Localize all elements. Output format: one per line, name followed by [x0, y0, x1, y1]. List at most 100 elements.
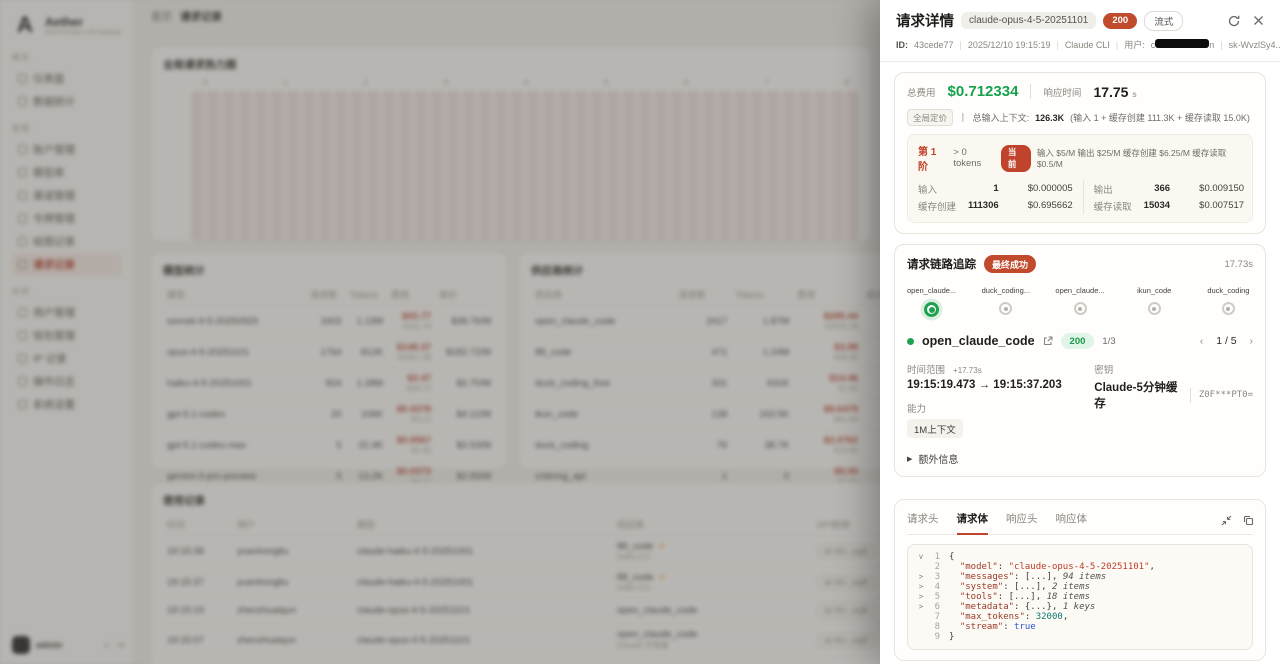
code-token: "tools" [960, 592, 998, 602]
fold-icon[interactable]: > [916, 592, 926, 602]
trace-node-label: duck_coding [1207, 286, 1249, 295]
code-token: : [1014, 602, 1025, 612]
trace-node[interactable]: duck_coding... [981, 286, 1030, 317]
code-token [949, 582, 960, 592]
trace-card: 请求链路追踪 最终成功 17.73s open_claude... duck_c… [894, 244, 1266, 477]
id-label: ID: [896, 40, 908, 50]
trace-node-dot[interactable] [1148, 302, 1161, 315]
code-token: "messages" [960, 572, 1014, 582]
payload-tab[interactable]: 响应头 [1006, 508, 1038, 534]
context-total: 126.3K [1035, 113, 1064, 123]
fold-icon[interactable]: > [916, 582, 926, 592]
redaction-bar [1155, 39, 1209, 48]
code-token: [...] [1025, 572, 1052, 582]
code-line: v 1 { [916, 552, 1244, 562]
trace-node-dot[interactable] [1074, 302, 1087, 315]
fold-icon[interactable]: > [916, 572, 926, 582]
key-name: Claude-5分钟缓存 [1094, 379, 1182, 411]
line-number: 9 [926, 632, 940, 642]
tier-cell: 缓存读取15034$0.007517 [1094, 197, 1244, 214]
user-label: 用户: [1124, 38, 1145, 51]
code-token: : [998, 562, 1009, 572]
code-line: 7 "max_tokens": 32000, [916, 612, 1244, 622]
code-token: 18 items [1047, 592, 1090, 602]
line-number: 5 [926, 592, 940, 602]
copy-icon[interactable] [1243, 513, 1254, 531]
line-number: 4 [926, 582, 940, 592]
code-token: 32000 [1036, 612, 1063, 622]
code-token: } [949, 632, 954, 642]
code-token: , [1052, 602, 1063, 612]
line-number: 8 [926, 622, 940, 632]
collapse-icon[interactable] [1221, 513, 1232, 531]
api-key: sk-WvzlSy4...uwgB [1229, 40, 1280, 50]
tier-col-right: 输出366$0.009150 缓存读取15034$0.007517 [1094, 180, 1244, 214]
code-token: 2 items [1052, 582, 1090, 592]
trace-node-label: open_claude... [1055, 286, 1104, 295]
trace-title: 请求链路追踪 [907, 256, 976, 272]
pricing-tier-box: 第 1 阶 > 0 tokens 当前 输入 $5/M 输出 $25/M 缓存创… [907, 134, 1253, 223]
model-tag: claude-opus-4-5-20251101 [961, 12, 1096, 29]
response-time-label: 响应时间 [1043, 85, 1081, 99]
tier-cell: 缓存创建111306$0.695662 [918, 197, 1073, 214]
time-range-value: 19:15:19.473 → 19:15:37.203 [907, 379, 1094, 391]
code-token: [...] [1009, 592, 1036, 602]
drawer-header: 请求详情 claude-opus-4-5-20251101 200 流式 [880, 0, 1280, 38]
json-viewer[interactable]: v 1 { 2 "model": "claude-opus-4-5-202511… [907, 544, 1253, 650]
trace-node[interactable]: duck_coding [1204, 286, 1253, 317]
trace-duration: 17.73s [1224, 259, 1253, 270]
code-token: { [949, 552, 954, 562]
payload-tab[interactable]: 请求头 [907, 508, 939, 534]
prev-page-icon[interactable]: ‹ [1200, 336, 1203, 347]
ability-tag: 1M上下文 [907, 419, 963, 438]
request-id: 43cede77 [914, 40, 954, 50]
fold-icon[interactable]: > [916, 602, 926, 612]
extra-info-toggle[interactable]: ▶ 额外信息 [907, 451, 1253, 466]
trace-node[interactable]: open_claude... [907, 286, 956, 317]
ability-label: 能力 [907, 401, 1094, 415]
payload-tab[interactable]: 响应体 [1056, 508, 1088, 534]
cost-card: 总费用 $0.712334 响应时间 17.75 s 全局定价 ❙ 总输入上下文… [894, 72, 1266, 234]
code-token: , [1036, 592, 1047, 602]
code-token: , [1150, 562, 1155, 572]
code-token: [...] [1014, 582, 1041, 592]
code-line: 2 "model": "claude-opus-4-5-20251101", [916, 562, 1244, 572]
drawer-title: 请求详情 [896, 10, 954, 31]
next-page-icon[interactable]: › [1250, 336, 1253, 347]
code-line: 9 } [916, 632, 1244, 642]
trace-node-dot[interactable] [1222, 302, 1235, 315]
code-token: "model" [960, 562, 998, 572]
user-value: cn [1151, 39, 1215, 50]
refresh-icon[interactable] [1228, 15, 1240, 27]
code-token [949, 572, 960, 582]
trace-node[interactable]: ikun_code [1130, 286, 1179, 317]
payload-tab[interactable]: 请求体 [957, 508, 989, 534]
expand-arrow-icon: ▶ [907, 455, 912, 463]
line-number: 6 [926, 602, 940, 612]
trace-node-dot[interactable] [999, 302, 1012, 315]
code-token [949, 602, 960, 612]
final-status-badge: 最终成功 [984, 255, 1036, 273]
code-token [949, 562, 960, 572]
code-line: > 5 "tools": [...], 18 items [916, 592, 1244, 602]
code-line: > 3 "messages": [...], 94 items [916, 572, 1244, 582]
close-icon[interactable] [1253, 15, 1264, 26]
trace-node-dot[interactable] [924, 302, 939, 317]
code-token: : [1025, 612, 1036, 622]
tier-cell: 输出366$0.009150 [1094, 180, 1244, 197]
code-token: , [1041, 582, 1052, 592]
code-token: , [1052, 572, 1063, 582]
tier-col-left: 输入1$0.000005 缓存创建111306$0.695662 [918, 180, 1073, 214]
line-number: 1 [926, 552, 940, 562]
external-link-icon[interactable] [1043, 336, 1053, 346]
trace-node-label: duck_coding... [982, 286, 1030, 295]
request-detail-drawer: 请求详情 claude-opus-4-5-20251101 200 流式 ID:… [880, 0, 1280, 664]
page-indicator: 1 / 5 [1216, 335, 1236, 347]
code-line: 8 "stream": true [916, 622, 1244, 632]
trace-node[interactable]: open_claude... [1055, 286, 1104, 317]
code-token: : [1003, 622, 1014, 632]
request-time: 2025/12/10 19:15:19 [968, 40, 1051, 50]
attempt-status-badge: 200 [1061, 333, 1095, 349]
code-token [949, 612, 960, 622]
fold-icon[interactable]: v [916, 552, 926, 562]
